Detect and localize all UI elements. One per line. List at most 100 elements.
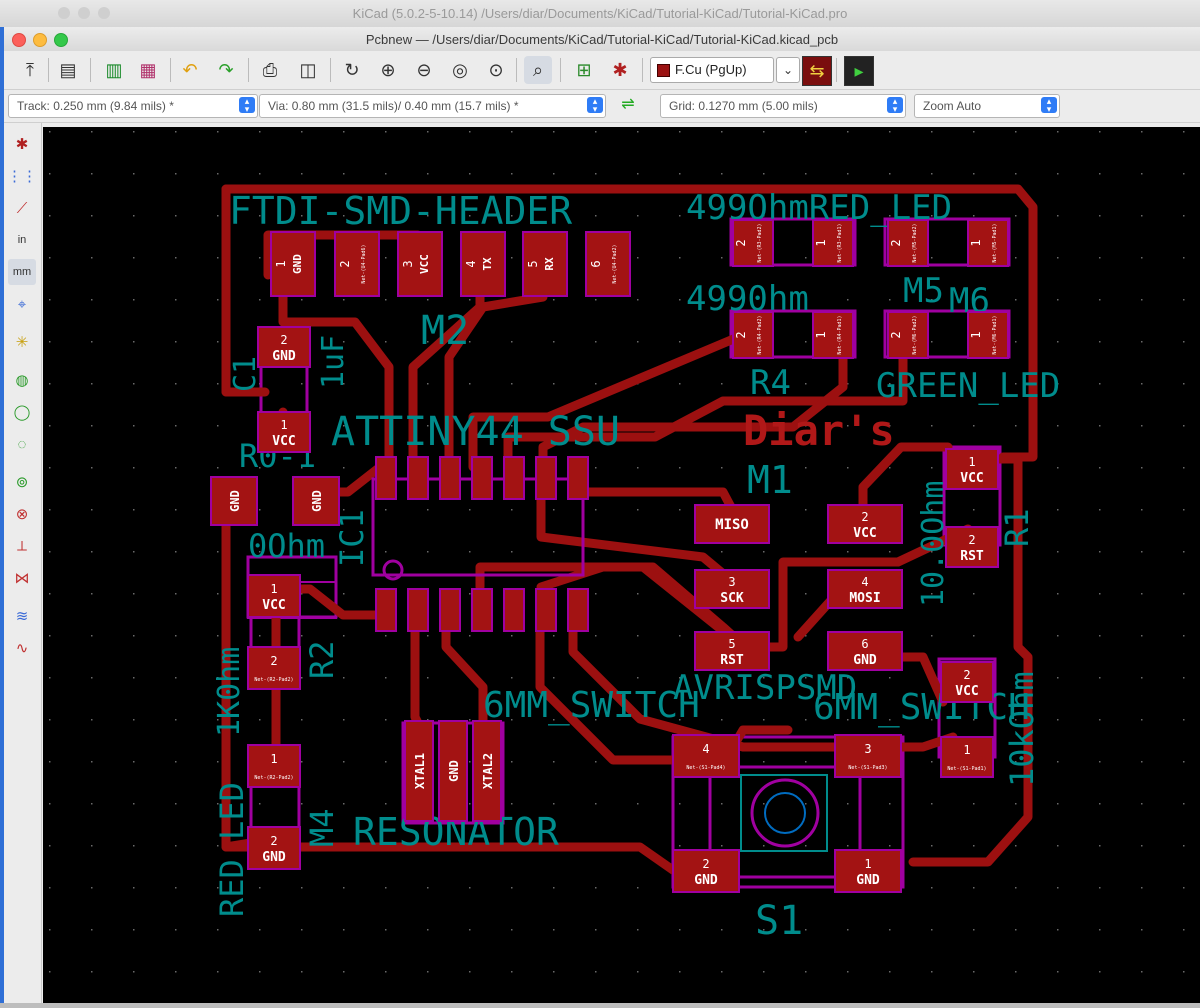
pad-r0-gnd2[interactable]: GND <box>292 476 340 526</box>
pad-r4-2[interactable]: 2 Net-(R4-Pad2) <box>732 311 774 359</box>
drc-off-icon[interactable]: ✱ <box>8 131 36 157</box>
pad-ftdi2[interactable]: 2 Net-(U4-Pad6) <box>334 231 380 297</box>
ic-pad[interactable] <box>439 456 461 500</box>
pad-r4-1[interactable]: 1 Net-(R4-Pad1) <box>812 311 854 359</box>
layer-select[interactable]: F.Cu (PgUp) <box>650 57 774 83</box>
vias-sketch-icon[interactable]: ⊗ <box>8 501 36 527</box>
pad-ftdi4[interactable]: 4 TX <box>460 231 506 297</box>
pad-number: 6 <box>861 637 868 651</box>
plot-icon[interactable]: ◫ <box>294 56 322 84</box>
pad-ftdi3[interactable]: 3 VCC <box>397 231 443 297</box>
units-mm-icon[interactable]: mm <box>8 259 36 285</box>
via-size-select[interactable]: Via: 0.80 mm (31.5 mils)/ 0.40 mm (15.7 … <box>259 94 606 118</box>
pad-m6-1[interactable]: 1 Net-(M6-Pad1) <box>967 311 1009 359</box>
pad-r2-1[interactable]: 1 VCC <box>247 574 301 618</box>
pad-r0-gnd1[interactable]: GND <box>210 476 258 526</box>
ratsnest-icon[interactable]: ✳ <box>8 329 36 355</box>
high-contrast-icon[interactable]: ⋈ <box>8 565 36 591</box>
layer-pair-icon[interactable]: ⇆ <box>802 56 832 86</box>
ic-pad[interactable] <box>471 456 493 500</box>
redo-icon[interactable]: ↷ <box>212 56 240 84</box>
ic-pad[interactable] <box>503 456 525 500</box>
load-board-icon[interactable]: ▥ <box>100 56 128 84</box>
pad-m4-2[interactable]: 2 GND <box>247 826 301 870</box>
zone-sketch-icon[interactable]: ◌ <box>8 431 36 457</box>
pad-m6-2[interactable]: 2 Net-(M6-Pad2) <box>887 311 929 359</box>
page-settings-icon[interactable]: ▤ <box>54 56 82 84</box>
pad-r1-2[interactable]: 2 RST <box>945 526 999 568</box>
netlist-icon[interactable]: ⊞ <box>570 56 598 84</box>
drc-icon[interactable]: ✱ <box>606 56 634 84</box>
pad-ftdi1[interactable]: 1 GND <box>270 231 316 297</box>
tracks-sketch-icon[interactable]: ⟂ <box>8 533 36 559</box>
zoom-fit-icon[interactable]: ◎ <box>446 56 474 84</box>
zoom-selection-icon[interactable]: ⊙ <box>482 56 510 84</box>
pad-s1-4[interactable]: 4 Net-(S1-Pad4) <box>672 734 740 778</box>
pad-s1-2[interactable]: 2 GND <box>672 849 740 893</box>
ic-pad[interactable] <box>535 588 557 632</box>
undo-icon[interactable]: ↶ <box>176 56 204 84</box>
print-icon[interactable]: ⎙ <box>256 56 284 84</box>
zoom-out-icon[interactable]: ⊖ <box>410 56 438 84</box>
pad-m5-1[interactable]: 1 Net-(M5-Pad1) <box>967 219 1009 267</box>
track-via-width-icon[interactable]: ⇌ <box>614 90 642 118</box>
new-board-icon[interactable]: ⤒ <box>16 56 44 84</box>
pad-m4-1[interactable]: 1 Net-(R2-Pad2) <box>247 744 301 788</box>
ic-pad[interactable] <box>375 588 397 632</box>
layer-dropdown-button[interactable]: ⌄ <box>776 57 800 83</box>
pad-c1-2[interactable]: 2 GND <box>257 326 311 368</box>
ic-pad[interactable] <box>407 588 429 632</box>
grid-toggle-icon[interactable]: ⋮⋮ <box>7 163 37 189</box>
pad-r3-1[interactable]: 1 Net-(R3-Pad1) <box>812 219 854 267</box>
pad-r1-1[interactable]: 1 VCC <box>945 448 999 490</box>
pad-r3-2[interactable]: 2 Net-(R3-Pad2) <box>732 219 774 267</box>
pad-c1-1[interactable]: 1 VCC <box>257 411 311 453</box>
ic-pad[interactable] <box>471 588 493 632</box>
ic-pad[interactable] <box>407 456 429 500</box>
ic-pad[interactable] <box>567 456 589 500</box>
cursor-shape-icon[interactable]: ⌖ <box>8 291 36 317</box>
pad-s1-3[interactable]: 3 Net-(S1-Pad3) <box>834 734 902 778</box>
pad-sck[interactable]: 3 SCK <box>694 569 770 609</box>
pad-s1-1[interactable]: 1 GND <box>834 849 902 893</box>
pad-ftdi6[interactable]: 6 Net-(U4-Pad2) <box>585 231 631 297</box>
ic-pad[interactable] <box>439 588 461 632</box>
zone-outline-icon[interactable]: ◯ <box>8 399 36 425</box>
scripting-icon[interactable]: ▸ <box>844 56 874 86</box>
ic-pad[interactable] <box>375 456 397 500</box>
pad-isp2[interactable]: 2 VCC <box>827 504 903 544</box>
layers-manager-icon[interactable]: ≋ <box>8 603 36 629</box>
pad-gnd6[interactable]: 6 GND <box>827 631 903 671</box>
pad-res-2[interactable]: XTAL2 <box>472 720 502 822</box>
pad-res-1[interactable]: XTAL1 <box>404 720 434 822</box>
track-width-select[interactable]: Track: 0.250 mm (9.84 mils) * ▴ ▾ <box>8 94 258 118</box>
pad-r-sw-1[interactable]: 1 Net-(S1-Pad1) <box>940 736 994 778</box>
zoom-select[interactable]: Zoom Auto ▴ ▾ <box>914 94 1060 118</box>
microwave-tools-icon[interactable]: ∿ <box>8 635 36 661</box>
grid-select[interactable]: Grid: 0.1270 mm (5.00 mils) ▴ ▾ <box>660 94 906 118</box>
pad-r2-2[interactable]: 2 Net-(R2-Pad2) <box>247 646 301 690</box>
track-width-dropdown-icon[interactable]: ▴ ▾ <box>239 97 255 114</box>
polar-coords-icon[interactable]: ⟋ <box>8 195 36 221</box>
pad-res-g[interactable]: GND <box>438 720 468 822</box>
pad-r-sw-2[interactable]: 2 VCC <box>940 661 994 703</box>
pad-rst5[interactable]: 5 RST <box>694 631 770 671</box>
ic-pad[interactable] <box>503 588 525 632</box>
pad-m5-2[interactable]: 2 Net-(M5-Pad2) <box>887 219 929 267</box>
find-icon[interactable]: ⌕ <box>524 56 552 84</box>
ic-pad[interactable] <box>567 588 589 632</box>
zoom-dropdown-icon[interactable]: ▴ ▾ <box>1041 97 1057 114</box>
grid-dropdown-icon[interactable]: ▴ ▾ <box>887 97 903 114</box>
units-inches-icon[interactable]: in <box>8 227 36 253</box>
zone-fill-icon[interactable]: ◍ <box>8 367 36 393</box>
ic-pad[interactable] <box>535 456 557 500</box>
pad-miso[interactable]: MISO <box>694 504 770 544</box>
via-size-dropdown-icon[interactable]: ▴ ▾ <box>587 97 603 114</box>
pad-ftdi5[interactable]: 5 RX <box>522 231 568 297</box>
library-browser-icon[interactable]: ▦ <box>134 56 162 84</box>
redraw-icon[interactable]: ↻ <box>338 56 366 84</box>
zoom-in-icon[interactable]: ⊕ <box>374 56 402 84</box>
pad-mosi[interactable]: 4 MOSI <box>827 569 903 609</box>
pcb-canvas[interactable]: FTDI-SMD-HEADER 499OhmRED_LED 4990hm M5 … <box>43 127 1200 1003</box>
pads-sketch-icon[interactable]: ⊚ <box>8 469 36 495</box>
